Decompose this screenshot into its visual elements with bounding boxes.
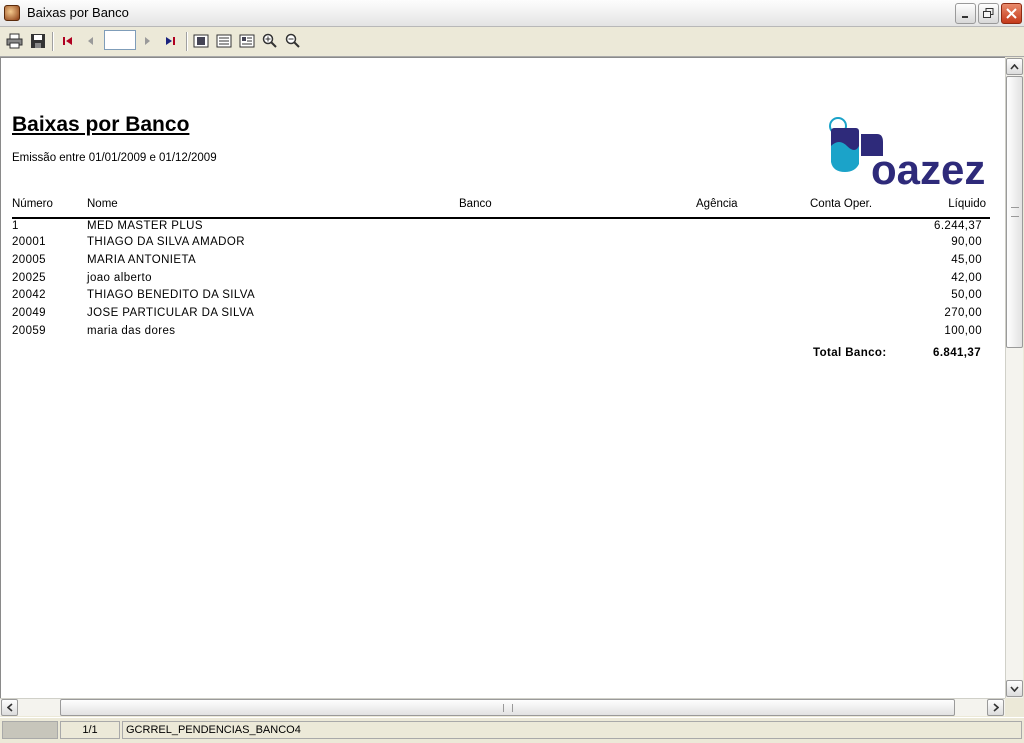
next-page-button[interactable] xyxy=(138,32,156,50)
status-report-name: GCRREL_PENDENCIAS_BANCO4 xyxy=(122,721,1022,739)
column-header-agencia: Agência xyxy=(696,198,738,210)
row-liquido: 100,00 xyxy=(944,325,982,337)
zoom-out-button[interactable] xyxy=(284,32,302,50)
row-liquido: 42,00 xyxy=(951,272,982,284)
row-liquido: 6.244,37 xyxy=(934,220,982,232)
row-liquido: 50,00 xyxy=(951,289,982,301)
row-numero: 20001 xyxy=(12,236,46,248)
toolbar xyxy=(0,27,1024,57)
scroll-left-button[interactable] xyxy=(1,699,18,716)
chevron-right-icon xyxy=(992,703,999,712)
zoom-out-icon xyxy=(285,33,300,48)
last-page-icon xyxy=(166,37,175,45)
save-icon xyxy=(31,34,45,48)
status-bar: 1/1 GCRREL_PENDENCIAS_BANCO4 xyxy=(0,717,1024,743)
page-width-icon xyxy=(193,34,209,48)
row-numero: 20025 xyxy=(12,272,46,284)
table-row: 20049 JOSE PARTICULAR DA SILVA 270,00 xyxy=(1,307,1001,325)
chevron-up-icon xyxy=(1010,63,1019,70)
previous-page-button[interactable] xyxy=(82,32,100,50)
whole-page-button[interactable] xyxy=(238,32,256,50)
zoom-in-button[interactable] xyxy=(261,32,279,50)
grip-icon xyxy=(503,704,513,712)
row-nome: THIAGO DA SILVA AMADOR xyxy=(87,236,245,248)
table-row: 20042 THIAGO BENEDITO DA SILVA 50,00 xyxy=(1,289,1001,307)
scroll-up-button[interactable] xyxy=(1006,58,1023,75)
row-nome: maria das dores xyxy=(87,325,176,337)
row-nome: THIAGO BENEDITO DA SILVA xyxy=(87,289,256,301)
two-pages-icon xyxy=(216,34,232,48)
scroll-down-button[interactable] xyxy=(1006,680,1023,697)
minimize-button[interactable] xyxy=(955,3,976,24)
status-progress xyxy=(2,721,58,739)
print-button[interactable] xyxy=(5,32,23,50)
report-preview[interactable]: Baixas por Banco Emissão entre 01/01/200… xyxy=(0,57,1005,698)
status-page-count: 1/1 xyxy=(60,721,120,739)
close-icon xyxy=(1006,8,1017,19)
row-nome: JOSE PARTICULAR DA SILVA xyxy=(87,307,255,319)
printer-icon xyxy=(6,33,22,49)
grip-icon xyxy=(1011,207,1019,217)
report-subtitle: Emissão entre 01/01/2009 e 01/12/2009 xyxy=(12,152,217,164)
row-liquido: 90,00 xyxy=(951,236,982,248)
zoom-in-icon xyxy=(262,33,277,48)
column-header-liquido: Líquido xyxy=(948,198,986,210)
horizontal-scrollbar[interactable] xyxy=(0,698,1005,716)
restore-icon xyxy=(983,8,994,18)
vertical-scrollbar[interactable] xyxy=(1005,58,1023,698)
row-numero: 1 xyxy=(12,220,19,232)
row-nome: MED MASTER PLUS xyxy=(87,220,203,232)
column-header-numero: Número xyxy=(12,198,53,210)
app-icon[interactable] xyxy=(4,5,20,21)
column-header-conta: Conta Oper. xyxy=(810,198,873,210)
row-numero: 20049 xyxy=(12,307,46,319)
minimize-icon xyxy=(962,16,968,18)
next-page-icon xyxy=(145,37,150,45)
page-width-button[interactable] xyxy=(192,32,210,50)
toolbar-separator xyxy=(52,32,54,51)
horizontal-scroll-thumb[interactable] xyxy=(60,699,955,716)
header-divider xyxy=(12,217,990,219)
chevron-down-icon xyxy=(1010,685,1019,692)
first-page-button[interactable] xyxy=(59,32,77,50)
table-row: 20059 maria das dores 100,00 xyxy=(1,325,1001,343)
row-nome: MARIA ANTONIETA xyxy=(87,254,197,266)
row-numero: 20042 xyxy=(12,289,46,301)
title-bar[interactable]: Baixas por Banco xyxy=(0,0,1024,27)
vertical-scroll-thumb[interactable] xyxy=(1006,76,1023,348)
restore-button[interactable] xyxy=(978,3,999,24)
row-numero: 20005 xyxy=(12,254,46,266)
toolbar-separator xyxy=(186,32,188,51)
window-title: Baixas por Banco xyxy=(27,5,129,20)
logo-text: oazez xyxy=(871,146,985,186)
previous-page-icon xyxy=(88,37,93,45)
last-page-button[interactable] xyxy=(161,32,179,50)
column-header-nome: Nome xyxy=(87,198,118,210)
row-liquido: 45,00 xyxy=(951,254,982,266)
scroll-right-button[interactable] xyxy=(987,699,1004,716)
whole-page-icon xyxy=(239,34,255,48)
total-value: 6.841,37 xyxy=(933,347,981,359)
total-label: Total Banco: xyxy=(813,347,887,359)
first-page-icon xyxy=(63,37,72,45)
page-number-input[interactable] xyxy=(104,30,136,50)
table-row: 20005 MARIA ANTONIETA 45,00 xyxy=(1,254,1001,272)
row-nome: joao alberto xyxy=(87,272,152,284)
close-button[interactable] xyxy=(1001,3,1022,24)
report-title: Baixas por Banco xyxy=(12,113,190,136)
chevron-left-icon xyxy=(6,703,13,712)
column-header-banco: Banco xyxy=(459,198,492,210)
row-liquido: 270,00 xyxy=(944,307,982,319)
table-row: 20025 joao alberto 42,00 xyxy=(1,272,1001,290)
save-button[interactable] xyxy=(29,32,47,50)
oazez-logo: oazez xyxy=(829,117,985,186)
table-row: 20001 THIAGO DA SILVA AMADOR 90,00 xyxy=(1,236,1001,254)
row-numero: 20059 xyxy=(12,325,46,337)
two-pages-button[interactable] xyxy=(215,32,233,50)
